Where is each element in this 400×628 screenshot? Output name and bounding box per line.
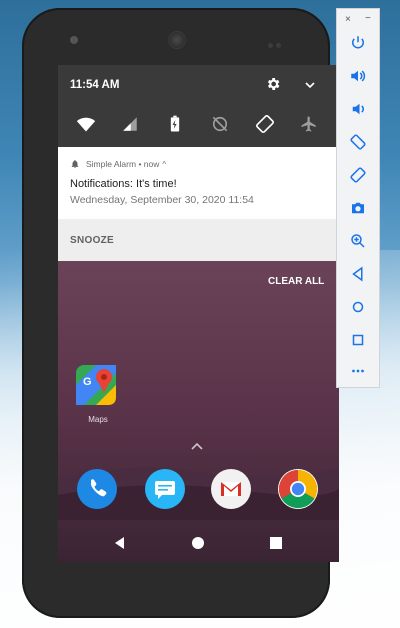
- more-icon[interactable]: [348, 361, 368, 381]
- minimize-window-button[interactable]: −: [365, 13, 371, 24]
- notification-app-name: Simple Alarm: [86, 159, 137, 169]
- overview-icon[interactable]: [268, 535, 284, 551]
- app-drawer-chevron-icon[interactable]: [190, 438, 204, 450]
- chevron-up-icon[interactable]: ^: [162, 160, 166, 169]
- volume-up-icon[interactable]: [348, 66, 368, 86]
- phone-bezel-top: [22, 8, 330, 54]
- settings-icon[interactable]: [265, 76, 281, 92]
- expand-icon[interactable]: [302, 77, 318, 93]
- notification-time: now: [143, 159, 160, 169]
- notification-actions: SNOOZE: [58, 219, 339, 261]
- emulator-device-frame: 11:54 AM Simple Alarm • now ^ Notificati…: [22, 8, 339, 618]
- notification-separator: •: [136, 159, 144, 169]
- dock: [58, 469, 339, 519]
- rotate-left-icon[interactable]: [348, 132, 368, 152]
- messages-app-icon[interactable]: [145, 469, 185, 509]
- zoom-icon[interactable]: [348, 231, 368, 251]
- notification-text: Wednesday, September 30, 2020 11:54: [70, 194, 254, 206]
- back-icon[interactable]: [112, 535, 128, 551]
- close-window-button[interactable]: ×: [345, 14, 351, 25]
- alarm-bell-icon: [71, 160, 79, 169]
- data-saver-off-icon[interactable]: [208, 112, 232, 136]
- notification-header: Simple Alarm • now ^: [70, 159, 166, 169]
- battery-charging-icon[interactable]: [163, 112, 187, 136]
- quick-settings-tiles: [58, 112, 339, 138]
- maps-app-label: Maps: [88, 415, 108, 424]
- volume-down-icon[interactable]: [348, 99, 368, 119]
- front-camera: [70, 36, 78, 44]
- chrome-app-icon[interactable]: [278, 469, 318, 509]
- rotate-right-icon[interactable]: [348, 165, 368, 185]
- back-icon[interactable]: [348, 264, 368, 284]
- home-icon[interactable]: [348, 297, 368, 317]
- auto-rotate-icon[interactable]: [253, 112, 277, 136]
- quick-settings-panel: 11:54 AM: [58, 65, 339, 147]
- wifi-icon[interactable]: [74, 112, 98, 136]
- navigation-bar: [58, 525, 339, 562]
- gmail-app-icon[interactable]: [211, 469, 251, 509]
- power-icon[interactable]: [348, 33, 368, 53]
- phone-app-icon[interactable]: [77, 469, 117, 509]
- camera-icon[interactable]: [348, 198, 368, 218]
- notification-card[interactable]: Simple Alarm • now ^ Notifications: It's…: [58, 147, 339, 219]
- cellular-icon[interactable]: [118, 112, 142, 136]
- maps-app-icon[interactable]: G: [74, 363, 118, 407]
- snooze-button[interactable]: SNOOZE: [70, 235, 114, 246]
- device-screen[interactable]: 11:54 AM Simple Alarm • now ^ Notificati…: [58, 65, 339, 562]
- notification-title: Notifications: It's time!: [70, 178, 177, 190]
- emulator-toolbar: × −: [336, 8, 380, 388]
- home-icon[interactable]: [190, 535, 206, 551]
- airplane-mode-icon[interactable]: [297, 112, 321, 136]
- clear-all-button[interactable]: CLEAR ALL: [268, 276, 324, 287]
- earpiece-speaker: [168, 31, 186, 49]
- overview-icon[interactable]: [348, 330, 368, 350]
- svg-text:G: G: [83, 376, 92, 388]
- proximity-sensors: [268, 35, 286, 48]
- status-time: 11:54 AM: [70, 79, 120, 91]
